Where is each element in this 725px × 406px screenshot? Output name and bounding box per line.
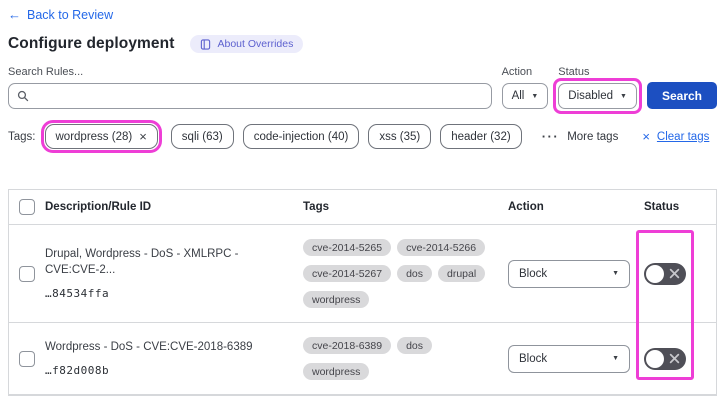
select-all-checkbox[interactable] <box>19 199 35 215</box>
table-header-row: Description/Rule ID Tags Action Status <box>9 190 716 225</box>
back-arrow-icon: ← <box>8 7 21 22</box>
action-select-value: Block <box>519 352 548 365</box>
title-row: Configure deployment About Overrides <box>8 35 717 53</box>
action-filter-select[interactable]: All ▼ <box>501 83 549 109</box>
row-action-cell: Block ▼ <box>508 259 638 288</box>
status-filter-value: Disabled <box>568 90 614 102</box>
row-status-cell <box>638 347 716 370</box>
rule-tag: cve-2014-5265 <box>303 239 392 256</box>
row-checkbox-cell <box>9 350 45 367</box>
rule-tag: cve-2014-5266 <box>397 239 486 256</box>
status-filter-label: Status <box>558 66 590 78</box>
rule-tags: cve-2018-6389 dos wordpress <box>303 337 508 380</box>
remove-tag-icon[interactable]: × <box>139 129 147 144</box>
header-description: Description/Rule ID <box>45 201 152 213</box>
row-checkbox[interactable] <box>19 265 35 282</box>
row-tags-cell: cve-2014-5265 cve-2014-5266 cve-2014-526… <box>303 239 508 308</box>
header-tags: Tags <box>303 201 329 213</box>
action-select[interactable]: Block ▼ <box>508 344 630 373</box>
clear-tags-label: Clear tags <box>656 130 710 143</box>
clear-x-icon: × <box>642 129 650 144</box>
chevron-down-icon: ▼ <box>531 92 539 100</box>
table-row: Drupal, Wordpress - DoS - XMLRPC - CVE:C… <box>9 225 716 323</box>
row-description-cell: Wordpress - DoS - CVE:CVE-2018-6389 …f82… <box>45 340 303 377</box>
tags-bar: Tags: wordpress (28) × sqli (63) code-in… <box>8 120 717 153</box>
ellipsis-icon: ··· <box>541 129 560 144</box>
toggle-x-icon <box>669 268 680 278</box>
action-filter-group: Action All ▼ <box>501 66 549 109</box>
rules-table: Description/Rule ID Tags Action Status D… <box>8 189 717 396</box>
about-overrides-badge[interactable]: About Overrides <box>190 35 304 53</box>
header-checkbox-cell <box>9 199 45 215</box>
chevron-down-icon: ▼ <box>620 92 627 100</box>
more-tags-label: More tags <box>567 130 619 143</box>
page-title: Configure deployment <box>8 35 175 52</box>
back-link-label: Back to Review <box>27 7 114 22</box>
tag-filter-sqli[interactable]: sqli (63) <box>170 124 234 149</box>
tag-filter-label: wordpress (28) <box>55 130 133 143</box>
rule-tag: dos <box>397 265 432 282</box>
filter-bar: Search Rules... Action All ▼ Status Disa… <box>8 66 717 114</box>
row-action-cell: Block ▼ <box>508 344 638 373</box>
search-icon <box>17 90 29 102</box>
search-button-group: Search <box>646 82 717 109</box>
rule-tag: cve-2018-6389 <box>303 337 392 354</box>
status-toggle-off[interactable] <box>644 347 686 370</box>
action-filter-label: Action <box>501 66 533 78</box>
status-filter-group: Status Disabled ▼ <box>553 66 642 114</box>
configure-deployment-page: ← Back to Review Configure deployment Ab… <box>0 0 725 406</box>
book-icon <box>201 38 211 50</box>
search-button[interactable]: Search <box>646 82 717 109</box>
tag-filter-code-injection[interactable]: code-injection (40) <box>242 124 360 149</box>
rule-tag: cve-2014-5267 <box>303 265 392 282</box>
clear-tags-button[interactable]: × Clear tags <box>642 129 709 144</box>
toggle-knob <box>646 264 664 283</box>
rule-tag: dos <box>397 337 432 354</box>
rule-tags: cve-2014-5265 cve-2014-5266 cve-2014-526… <box>303 239 508 308</box>
selected-tag-highlight: wordpress (28) × <box>40 120 162 153</box>
status-filter-highlight: Disabled ▼ <box>553 78 642 114</box>
rule-tag: wordpress <box>303 291 370 308</box>
row-tags-cell: cve-2018-6389 dos wordpress <box>303 337 508 380</box>
about-overrides-label: About Overrides <box>217 38 294 50</box>
search-rules-inputbox[interactable] <box>8 83 492 109</box>
tag-filter-header[interactable]: header (32) <box>440 124 522 149</box>
status-toggle-off[interactable] <box>644 262 686 285</box>
rule-id: …f82d008b <box>45 363 110 377</box>
tag-filter-wordpress[interactable]: wordpress (28) × <box>44 124 158 149</box>
row-status-cell <box>638 262 716 285</box>
back-to-review-link[interactable]: ← Back to Review <box>8 8 113 22</box>
rule-description: Wordpress - DoS - CVE:CVE-2018-6389 <box>45 341 253 354</box>
action-filter-value: All <box>511 90 525 102</box>
rule-tag: drupal <box>438 265 486 282</box>
action-select-value: Block <box>519 267 548 280</box>
tag-filter-xss[interactable]: xss (35) <box>368 124 432 149</box>
row-checkbox-cell <box>9 265 45 282</box>
rule-description: Drupal, Wordpress - DoS - XMLRPC - CVE:C… <box>45 248 239 276</box>
toggle-x-icon <box>669 353 680 363</box>
status-filter-select[interactable]: Disabled ▼ <box>558 83 637 109</box>
more-tags-button[interactable]: ··· More tags <box>542 129 619 144</box>
search-rules-label: Search Rules... <box>8 66 84 78</box>
search-rules-group: Search Rules... <box>8 66 492 109</box>
action-select[interactable]: Block ▼ <box>508 259 630 288</box>
rule-tag: wordpress <box>303 363 370 380</box>
row-checkbox[interactable] <box>19 350 35 367</box>
chevron-down-icon: ▼ <box>612 270 619 277</box>
table-row: Wordpress - DoS - CVE:CVE-2018-6389 …f82… <box>9 323 716 395</box>
search-rules-input[interactable] <box>36 89 483 103</box>
chevron-down-icon: ▼ <box>612 355 619 362</box>
header-action: Action <box>508 201 544 213</box>
header-status: Status <box>644 201 680 213</box>
rule-id: …84534ffa <box>45 286 110 300</box>
row-description-cell: Drupal, Wordpress - DoS - XMLRPC - CVE:C… <box>45 247 303 299</box>
toggle-knob <box>646 349 664 368</box>
tags-bar-label: Tags: <box>8 130 36 143</box>
